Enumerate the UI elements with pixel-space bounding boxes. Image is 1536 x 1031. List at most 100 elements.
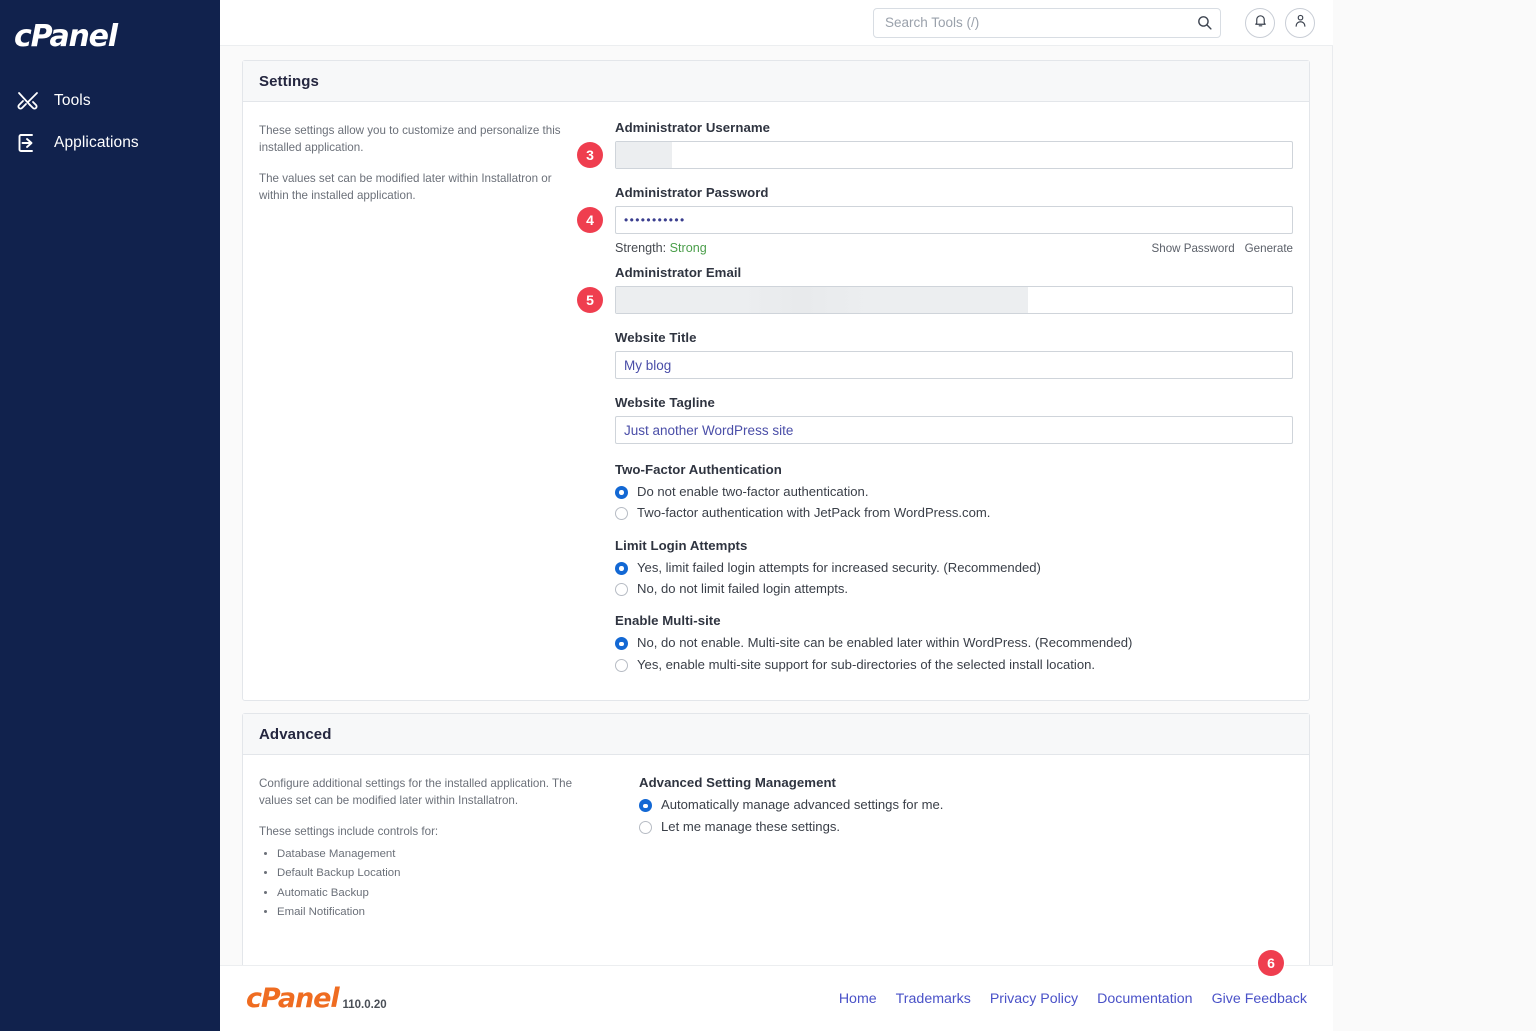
admin-email-input-wrap — [615, 286, 1293, 314]
step-badge-3: 3 — [577, 142, 603, 168]
admin-email-label: Administrator Email — [615, 265, 1293, 280]
step-badge-5: 5 — [577, 287, 603, 313]
search-container — [873, 8, 1221, 38]
two-factor-group: Two-Factor Authentication Do not enable … — [615, 462, 1293, 522]
tools-icon — [16, 89, 40, 113]
advanced-form-column: Advanced Setting Management Automaticall… — [609, 773, 1293, 923]
sidebar-item-tools-label: Tools — [54, 92, 91, 110]
admin-password-label: Administrator Password — [615, 185, 1293, 200]
applications-icon — [16, 131, 40, 155]
limit-login-group: Limit Login Attempts Yes, limit failed l… — [615, 538, 1293, 598]
advanced-setting-option-0-label: Automatically manage advanced settings f… — [661, 797, 943, 813]
list-item: Email Notification — [277, 903, 585, 923]
advanced-panel-title: Advanced — [259, 726, 1293, 743]
footer-link-documentation[interactable]: Documentation — [1097, 991, 1192, 1007]
sidebar: cPanel Tools — [0, 0, 220, 1031]
website-tagline-group: Website Tagline — [615, 395, 1293, 444]
admin-username-input[interactable] — [615, 141, 1293, 169]
advanced-setting-radio-1[interactable] — [639, 821, 652, 834]
advanced-setting-option-0[interactable]: Automatically manage advanced settings f… — [639, 797, 1293, 813]
website-title-input[interactable] — [615, 351, 1293, 379]
sidebar-item-applications[interactable]: Applications — [0, 122, 220, 164]
footer-link-home[interactable]: Home — [839, 991, 877, 1007]
cpanel-version: 110.0.20 — [342, 999, 386, 1012]
advanced-help-list: Database Management Default Backup Locat… — [259, 845, 585, 923]
admin-email-input[interactable] — [615, 286, 1293, 314]
advanced-panel-body: Configure additional settings for the in… — [243, 755, 1309, 967]
multisite-radio-1[interactable] — [615, 659, 628, 672]
limit-login-label: Limit Login Attempts — [615, 538, 1293, 553]
advanced-panel-header: Advanced — [243, 714, 1309, 755]
cpanel-logo: cPanel — [14, 22, 220, 52]
advanced-help-column: Configure additional settings for the in… — [259, 773, 609, 923]
limit-login-radio-1[interactable] — [615, 583, 628, 596]
multisite-option-0-label: No, do not enable. Multi-site can be ena… — [637, 635, 1132, 651]
notifications-button[interactable] — [1245, 8, 1275, 38]
website-tagline-input[interactable] — [615, 416, 1293, 444]
multisite-option-0[interactable]: No, do not enable. Multi-site can be ena… — [615, 635, 1293, 651]
step-badge-6: 6 — [1258, 950, 1284, 976]
two-factor-option-0[interactable]: Do not enable two-factor authentication. — [615, 484, 1293, 500]
multisite-option-1[interactable]: Yes, enable multi-site support for sub-d… — [615, 657, 1293, 673]
password-actions: Show Password Generate — [1152, 242, 1293, 255]
admin-username-input-wrap — [615, 141, 1293, 169]
list-item: Automatic Backup — [277, 884, 585, 904]
admin-email-group: 5 Administrator Email — [615, 265, 1293, 314]
bell-icon — [1253, 13, 1268, 33]
user-icon — [1293, 13, 1308, 33]
top-header-bar — [220, 0, 1333, 46]
footer-link-privacy-policy[interactable]: Privacy Policy — [990, 991, 1078, 1007]
advanced-setting-management-label: Advanced Setting Management — [639, 775, 1293, 790]
password-strength-value: Strong — [670, 241, 707, 255]
multisite-label: Enable Multi-site — [615, 613, 1293, 628]
footer-link-give-feedback[interactable]: Give Feedback — [1212, 991, 1307, 1007]
admin-username-label: Administrator Username — [615, 120, 1293, 135]
settings-panel-body: These settings allow you to customize an… — [243, 102, 1309, 700]
settings-help-paragraph-2: The values set can be modified later wit… — [259, 170, 561, 204]
sidebar-brand: cPanel — [0, 0, 220, 52]
settings-panel-header: Settings — [243, 61, 1309, 102]
two-factor-radio-0[interactable] — [615, 486, 628, 499]
advanced-setting-option-1-label: Let me manage these settings. — [661, 819, 840, 835]
footer-link-trademarks[interactable]: Trademarks — [896, 991, 971, 1007]
website-title-label: Website Title — [615, 330, 1293, 345]
page-footer: cPanel 110.0.20 Home Trademarks Privacy … — [220, 965, 1333, 1031]
limit-login-option-1[interactable]: No, do not limit failed login attempts. — [615, 581, 1293, 597]
step-badge-4: 4 — [577, 207, 603, 233]
two-factor-option-1[interactable]: Two-factor authentication with JetPack f… — [615, 505, 1293, 521]
website-tagline-label: Website Tagline — [615, 395, 1293, 410]
settings-form-column: 3 Administrator Username 4 Administrator… — [585, 120, 1293, 678]
two-factor-radio-1[interactable] — [615, 507, 628, 520]
admin-username-group: 3 Administrator Username — [615, 120, 1293, 169]
two-factor-label: Two-Factor Authentication — [615, 462, 1293, 477]
settings-help-column: These settings allow you to customize an… — [259, 120, 585, 678]
multisite-radio-0[interactable] — [615, 637, 628, 650]
search-icon[interactable] — [1196, 14, 1213, 31]
admin-password-group: 4 Administrator Password Strength: Stron… — [615, 185, 1293, 255]
app-root: cPanel Tools — [0, 0, 1536, 1031]
sidebar-nav: Tools Applications — [0, 80, 220, 164]
limit-login-option-0[interactable]: Yes, limit failed login attempts for inc… — [615, 560, 1293, 576]
sidebar-item-tools[interactable]: Tools — [0, 80, 220, 122]
advanced-help-paragraph-1: Configure additional settings for the in… — [259, 775, 585, 809]
advanced-setting-option-1[interactable]: Let me manage these settings. — [639, 819, 1293, 835]
password-strength: Strength: Strong — [615, 241, 707, 255]
cpanel-footer-logo: cPanel — [246, 985, 338, 1012]
website-title-group: Website Title — [615, 330, 1293, 379]
advanced-setting-radio-0[interactable] — [639, 799, 652, 812]
page-right-gutter — [1333, 0, 1536, 1031]
limit-login-option-1-label: No, do not limit failed login attempts. — [637, 581, 848, 597]
account-button[interactable] — [1285, 8, 1315, 38]
main-content: Settings These settings allow you to cus… — [220, 46, 1333, 1031]
limit-login-radio-0[interactable] — [615, 562, 628, 575]
settings-panel: Settings These settings allow you to cus… — [242, 60, 1310, 701]
limit-login-option-0-label: Yes, limit failed login attempts for inc… — [637, 560, 1041, 576]
settings-panel-title: Settings — [259, 73, 1293, 90]
password-meta-row: Strength: Strong Show Password Generate — [615, 241, 1293, 255]
show-password-button[interactable]: Show Password — [1152, 242, 1235, 255]
search-input[interactable] — [873, 8, 1221, 38]
advanced-help-paragraph-2: These settings include controls for: — [259, 823, 585, 840]
admin-password-input[interactable] — [615, 206, 1293, 234]
generate-password-button[interactable]: Generate — [1245, 242, 1293, 255]
password-strength-label: Strength: — [615, 241, 666, 255]
